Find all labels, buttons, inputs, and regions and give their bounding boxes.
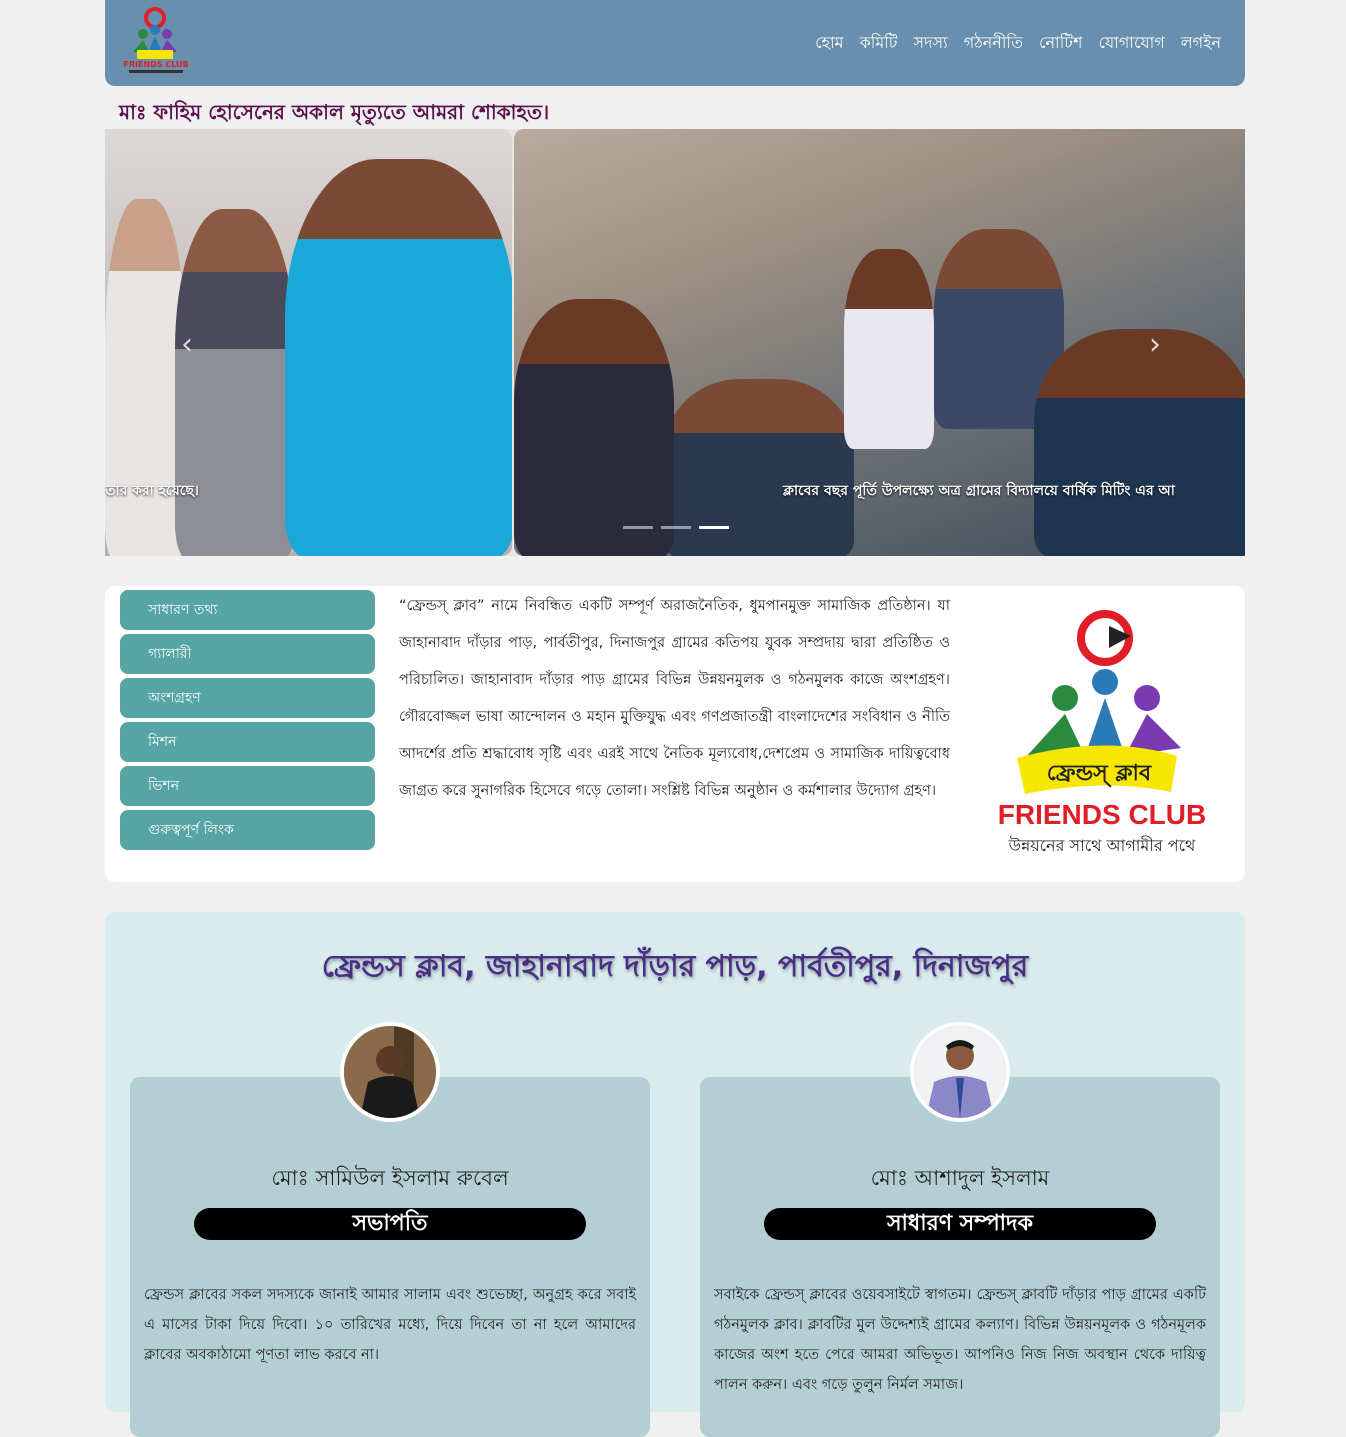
nav-notice[interactable]: নোটিশ	[1039, 30, 1082, 57]
carousel-indicators	[623, 526, 729, 529]
logo-tagline: উন্নয়নের সাথে আগামীর পথে	[1008, 836, 1196, 855]
side-menu-mission[interactable]: মিশন	[120, 722, 375, 762]
side-menu-gallery[interactable]: গ্যালারী	[120, 634, 375, 674]
slide-photo-members: তার করা হয়েছে।	[105, 129, 512, 556]
leader-card-president: মোঃ সামিউল ইসলাম রুবেল সভাপতি ফ্রেন্ডস ক…	[130, 1022, 650, 1437]
carousel-indicator-1[interactable]	[623, 526, 653, 529]
leaders-section: ফ্রেন্ডস ক্লাব, জাহানাবাদ দাঁড়ার পাড়, …	[105, 912, 1245, 1437]
carousel-indicator-3[interactable]	[699, 526, 729, 529]
club-logo-large: ফ্রেন্ডস্‌ ক্লাব FRIENDS CLUB উন্নয়নের …	[998, 610, 1206, 855]
club-logo-small[interactable]: FRIENDS CLUB	[119, 6, 193, 78]
carousel-indicator-2[interactable]	[661, 526, 691, 529]
leader-name: মোঃ সামিউল ইসলাম রুবেল	[271, 1166, 509, 1190]
leaders-heading: ফ্রেন্ডস ক্লাব, জাহানাবাদ দাঁড়ার পাড়, …	[321, 949, 1029, 984]
side-menu-general-info[interactable]: সাধারণ তথ্য	[120, 590, 375, 630]
slide-left-caption: তার করা হয়েছে।	[105, 483, 199, 499]
carousel-next-button[interactable]: ›	[1149, 327, 1161, 362]
slide-right-caption: ক্লাবের বছর পূর্তি উপলক্ষ্যে অত্র গ্রামে…	[783, 483, 1175, 499]
nav-members[interactable]: সদস্য	[914, 30, 948, 57]
carousel-prev-button[interactable]: ‹	[181, 327, 193, 362]
nav-committee[interactable]: কমিটি	[860, 30, 898, 57]
nav-home[interactable]: হোম	[815, 30, 843, 57]
about-section: সাধারণ তথ্য গ্যালারী অংশগ্রহণ মিশন ভিশন …	[105, 586, 1245, 882]
nav-contact[interactable]: যোগাযোগ	[1098, 30, 1164, 57]
leader-role-badge: সভাপতি	[194, 1208, 586, 1240]
leader-message: ফ্রেন্ডস ক্লাবের সকল সদস্যকে জানাই আমার …	[144, 1287, 636, 1363]
side-menu: সাধারণ তথ্য গ্যালারী অংশগ্রহণ মিশন ভিশন …	[120, 590, 375, 854]
avatar	[340, 1022, 440, 1122]
logo-bangla-text: ফ্রেন্ডস্‌ ক্লাব	[1047, 761, 1152, 788]
avatar	[910, 1022, 1010, 1122]
navbar: FRIENDS CLUB হোম কমিটি সদস্য গঠননীতি নোট…	[105, 0, 1245, 86]
nav-login[interactable]: লগইন	[1181, 30, 1221, 57]
logo-english-text: FRIENDS CLUB	[998, 799, 1206, 830]
leader-message: সবাইকে ফ্রেন্ডস্‌ ক্লাবের ওয়েবসাইটে স্ব…	[714, 1287, 1206, 1393]
logo-small-text: FRIENDS CLUB	[123, 60, 188, 69]
leader-role-badge: সাধারণ সম্পাদক	[764, 1208, 1156, 1240]
nav-constitution[interactable]: গঠননীতি	[964, 30, 1023, 57]
leader-card-secretary: মোঃ আশাদুল ইসলাম সাধারণ সম্পাদক সবাইকে ফ…	[700, 1022, 1220, 1437]
side-menu-important-links[interactable]: গুরুত্বপূর্ণ লিংক	[120, 810, 375, 850]
image-carousel: তার করা হয়েছে। ‹ › ক্লাবের বছর পূর্তি উ…	[105, 129, 1245, 556]
leader-name: মোঃ আশাদুল ইসলাম	[870, 1166, 1050, 1190]
notice-marquee: মাঃ ফাহিম হোসেনের অকাল মৃত্যুতে আমরা শোক…	[119, 100, 550, 124]
side-menu-participation[interactable]: অংশগ্রহণ	[120, 678, 375, 718]
main-nav: হোম কমিটি সদস্য গঠননীতি নোটিশ যোগাযোগ লগ…	[815, 30, 1221, 57]
side-menu-vision[interactable]: ভিশন	[120, 766, 375, 806]
about-text: “ফ্রেন্ডস্‌ ক্লাব” নামে নিবন্ধিত একটি সম…	[399, 598, 950, 799]
